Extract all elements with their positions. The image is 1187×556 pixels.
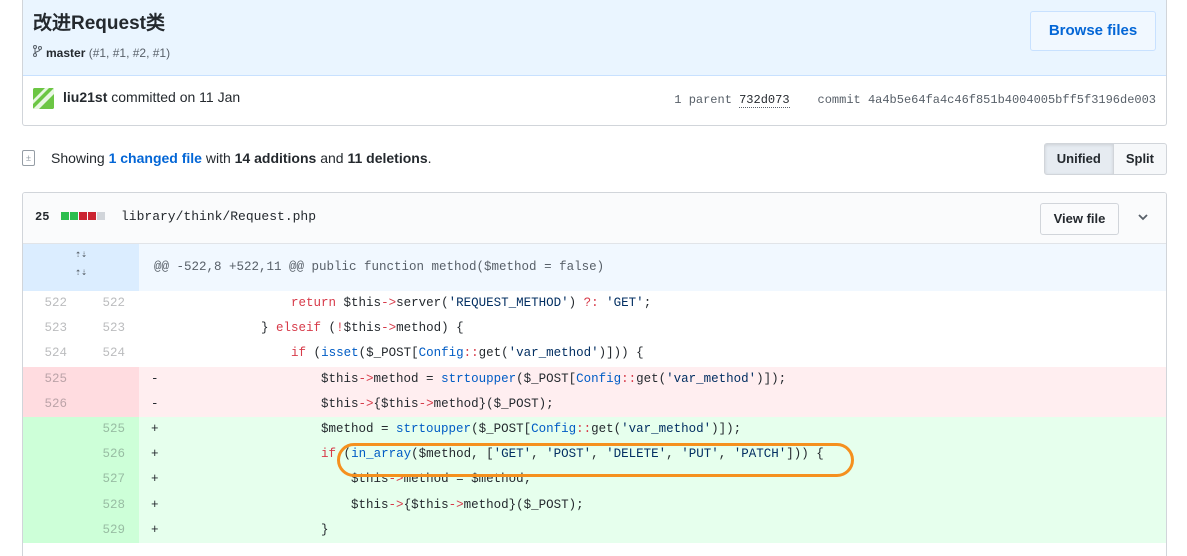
deletions-count: 11 deletions [347, 150, 428, 166]
diff-sign: + [151, 472, 159, 487]
code-line: } elseif (!$this->method) { [171, 321, 464, 336]
new-line-number[interactable]: 528 [81, 492, 139, 518]
code-line: return $this->server('REQUEST_METHOD') ?… [291, 296, 652, 310]
old-line-number[interactable] [23, 492, 81, 518]
old-line-number[interactable] [23, 517, 81, 543]
new-line-number[interactable]: 523 [81, 316, 139, 341]
diff-view-toggle: Unified Split [1043, 143, 1167, 175]
hunk-header: @@ -522,8 +522,11 @@ public function met… [154, 260, 605, 274]
old-line-number[interactable] [23, 442, 81, 468]
commit-title: 改进Request类 [33, 13, 165, 34]
file-header: 25 library/think/Request.php View file [23, 193, 1166, 244]
old-line-number[interactable]: 525 [23, 366, 81, 392]
diff-line-add: 528 + $this->{$this->method}($_POST); [23, 492, 1166, 518]
diff-sign: - [151, 396, 159, 411]
browse-files-button[interactable]: Browse files [1030, 11, 1156, 51]
diff-line-add: 529 + } [23, 517, 1166, 543]
diff-sign: + [151, 497, 159, 512]
diffstat-block [70, 212, 78, 220]
annotation-highlight-ring [337, 443, 854, 477]
diff-line-ctx: 522 522 return $this->server('REQUEST_MET… [23, 291, 1166, 317]
branch-refs: (#1, #1, #2, #1) [88, 46, 171, 60]
code-line: $this->{$this->method}($_POST); [171, 497, 584, 512]
diff-summary-text: Showing 1 changed file with 14 additions… [51, 150, 432, 166]
branch-name[interactable]: master [46, 46, 85, 60]
expand-down-icon[interactable]: ⇡⇣ [75, 268, 87, 280]
diffstat-block [88, 212, 96, 220]
new-line-number[interactable] [81, 366, 139, 392]
diff-line-del: 525 - $this->method = strtoupper($_POST[C… [23, 366, 1166, 392]
commit-header: 改进Request类 master (#1, #1, #2, #1) Brows… [23, 0, 1166, 76]
commit-meta: liu21st committed on 11 Jan 1 parent 732… [23, 76, 1166, 125]
new-line-number[interactable]: 529 [81, 517, 139, 543]
new-line-number[interactable]: 526 [81, 442, 139, 468]
old-line-number[interactable]: 523 [23, 316, 81, 341]
diffstat-bar [61, 212, 106, 220]
old-line-number[interactable] [23, 467, 81, 493]
new-line-number[interactable]: 525 [81, 416, 139, 443]
file-change-count: 25 [35, 210, 50, 224]
diffstat-block [79, 212, 87, 220]
branch-line: master (#1, #1, #2, #1) [33, 45, 170, 60]
file-path[interactable]: library/think/Request.php [121, 209, 316, 224]
author-line: liu21st committed on 11 Jan [63, 89, 240, 105]
diff-sign: - [151, 371, 159, 386]
changed-files-link[interactable]: 1 changed file [109, 150, 202, 166]
diffstat-block [97, 212, 105, 220]
additions-count: 14 additions [234, 150, 317, 166]
code-line: $method = strtoupper($_POST[Config::get(… [171, 421, 742, 436]
code-line: } [171, 522, 329, 537]
unified-view-button[interactable]: Unified [1043, 143, 1114, 175]
old-line-number[interactable]: 522 [23, 291, 81, 316]
diff-summary: ± Showing 1 changed file with 14 additio… [22, 143, 1167, 175]
code-line: if (isset($_POST[Config::get('var_method… [291, 346, 644, 361]
diff-line-ctx: 524 524 if (isset($_POST[Config::get('var… [23, 341, 1166, 367]
hunk-header-row: ⇡⇣ ⇡⇣ @@ -522,8 +522,11 @@ public functi… [23, 244, 1166, 291]
new-line-number[interactable] [81, 391, 139, 417]
new-line-number[interactable]: 524 [81, 341, 139, 366]
new-line-number[interactable]: 522 [81, 291, 139, 316]
parent-label: 1 parent [674, 93, 732, 107]
new-line-number[interactable]: 527 [81, 467, 139, 493]
commit-sha[interactable]: 4a4b5e64fa4c46f851b4004005bff5f3196de003 [868, 93, 1156, 107]
commit-box: 改进Request类 master (#1, #1, #2, #1) Brows… [22, 0, 1167, 126]
old-line-number[interactable]: 526 [23, 391, 81, 417]
diff-sign: + [151, 522, 159, 537]
split-view-button[interactable]: Split [1113, 143, 1167, 175]
view-file-button[interactable]: View file [1040, 203, 1119, 235]
diff-line-add: 525 + $method = strtoupper($_POST[Config:… [23, 416, 1166, 443]
diff-table: ⇡⇣ ⇡⇣ @@ -522,8 +522,11 @@ public functi… [23, 244, 1166, 543]
commit-label: commit [817, 93, 861, 107]
sha-block: 1 parent 732d073 commit 4a4b5e64fa4c46f85… [674, 93, 1156, 108]
avatar[interactable] [33, 88, 54, 109]
diff-sign: + [151, 421, 159, 436]
old-line-number[interactable] [23, 416, 81, 443]
diff-line-del: 526 - $this->{$this->method}($_POST); [23, 391, 1166, 417]
author-link[interactable]: liu21st [63, 89, 107, 105]
code-line: $this->{$this->method}($_POST); [171, 396, 554, 411]
chevron-down-icon[interactable] [1138, 208, 1148, 224]
diff-sign: + [151, 447, 159, 462]
file-diff-icon: ± [22, 150, 35, 166]
old-line-number[interactable]: 524 [23, 341, 81, 366]
parent-sha-link[interactable]: 732d073 [739, 93, 790, 108]
expand-up-icon[interactable]: ⇡⇣ [75, 250, 87, 262]
git-branch-icon [33, 45, 43, 60]
diff-line-ctx: 523 523 } elseif (!$this->method) { [23, 316, 1166, 342]
committed-date: committed on 11 Jan [111, 89, 241, 105]
file-diff: 25 library/think/Request.php View file ⇡… [22, 192, 1167, 556]
code-line: $this->method = strtoupper($_POST[Config… [171, 371, 787, 386]
diffstat-block [61, 212, 69, 220]
